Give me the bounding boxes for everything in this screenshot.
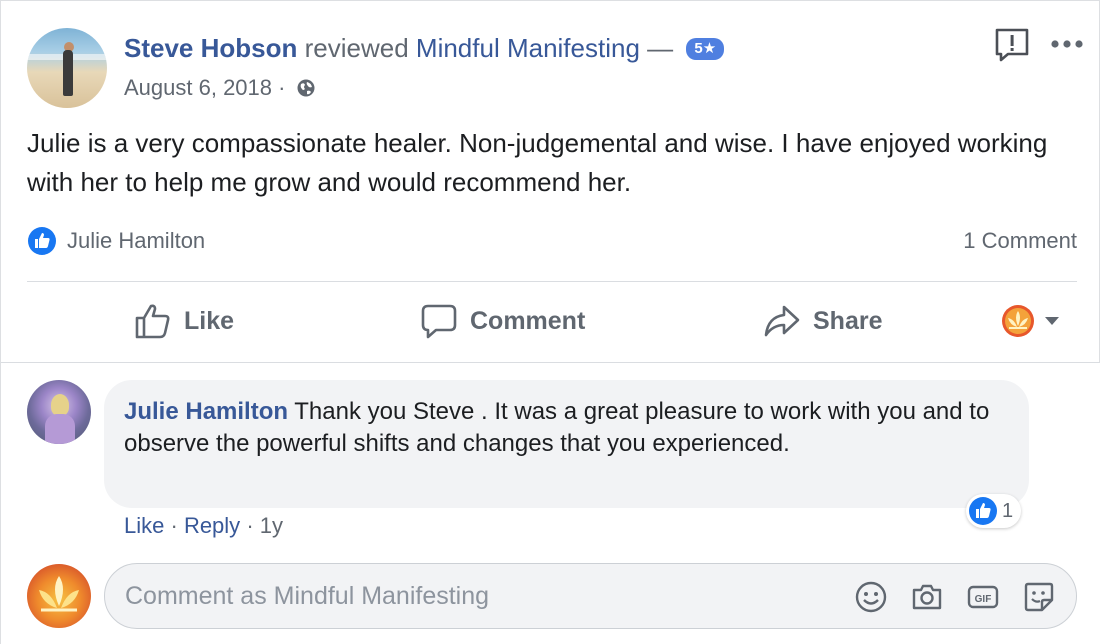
action-bar: Like Comment Share bbox=[1, 293, 1100, 349]
chevron-down-icon bbox=[1045, 317, 1059, 325]
review-verb: reviewed bbox=[304, 33, 409, 63]
share-icon bbox=[764, 305, 800, 337]
comment-reaction-count: 1 bbox=[1002, 499, 1014, 522]
comment-meta-separator: · bbox=[170, 513, 178, 538]
emoji-icon[interactable] bbox=[854, 580, 888, 614]
rating-badge: 5★ bbox=[686, 38, 725, 60]
post-header: Steve Hobson reviewed Mindful Manifestin… bbox=[124, 31, 725, 65]
review-post-card: Steve Hobson reviewed Mindful Manifestin… bbox=[0, 0, 1100, 644]
post-date[interactable]: August 6, 2018 bbox=[124, 75, 272, 100]
like-button[interactable]: Like bbox=[134, 293, 234, 349]
comment-label: Comment bbox=[470, 306, 586, 335]
comment-actions: Like · Reply · 1y bbox=[124, 511, 283, 541]
comment-icon bbox=[421, 304, 457, 339]
comment-like-link[interactable]: Like bbox=[124, 513, 164, 538]
comment-composer: GIF bbox=[104, 563, 1077, 629]
report-icon[interactable] bbox=[994, 27, 1030, 63]
act-as-page-selector[interactable] bbox=[1001, 293, 1061, 349]
author-name[interactable]: Steve Hobson bbox=[124, 33, 297, 63]
comment-reply-link[interactable]: Reply bbox=[184, 513, 240, 538]
like-reaction-icon bbox=[969, 497, 997, 525]
more-icon[interactable] bbox=[1049, 35, 1085, 53]
gif-icon[interactable]: GIF bbox=[966, 580, 1000, 614]
author-avatar[interactable] bbox=[27, 28, 107, 108]
composer-tools: GIF bbox=[854, 580, 1056, 614]
like-icon bbox=[135, 304, 170, 339]
commenter-avatar[interactable] bbox=[27, 380, 91, 444]
meta-separator: · bbox=[278, 75, 286, 100]
page-logo-icon bbox=[39, 576, 79, 612]
globe-icon bbox=[297, 79, 315, 97]
divider bbox=[27, 281, 1077, 282]
comment-button[interactable]: Comment bbox=[420, 293, 585, 349]
post-meta: August 6, 2018 · bbox=[124, 73, 316, 103]
share-button[interactable]: Share bbox=[763, 293, 882, 349]
comment-meta-separator: · bbox=[246, 513, 254, 538]
camera-icon[interactable] bbox=[910, 580, 944, 614]
reactor-name[interactable]: Julie Hamilton bbox=[67, 225, 205, 257]
page-name-link[interactable]: Mindful Manifesting bbox=[416, 33, 640, 63]
comment-bubble: Julie Hamilton Thank you Steve . It was … bbox=[104, 380, 1029, 508]
page-avatar[interactable] bbox=[27, 564, 91, 628]
comment-timestamp[interactable]: 1y bbox=[260, 513, 283, 538]
like-reaction-icon[interactable] bbox=[27, 226, 57, 256]
share-label: Share bbox=[813, 306, 883, 335]
commenter-name[interactable]: Julie Hamilton bbox=[124, 398, 288, 425]
reactions-summary: Julie Hamilton 1 Comment bbox=[27, 225, 1077, 257]
like-label: Like bbox=[184, 306, 235, 335]
comment-count[interactable]: 1 Comment bbox=[963, 225, 1077, 257]
sticker-icon[interactable] bbox=[1022, 580, 1056, 614]
header-dash: — bbox=[647, 33, 674, 63]
comment-reactions[interactable]: 1 bbox=[966, 494, 1022, 528]
svg-text:GIF: GIF bbox=[975, 594, 992, 605]
post-body: Julie is a very compassionate healer. No… bbox=[27, 128, 1048, 197]
comment-input[interactable] bbox=[125, 564, 825, 628]
page-logo-icon bbox=[1002, 305, 1034, 337]
